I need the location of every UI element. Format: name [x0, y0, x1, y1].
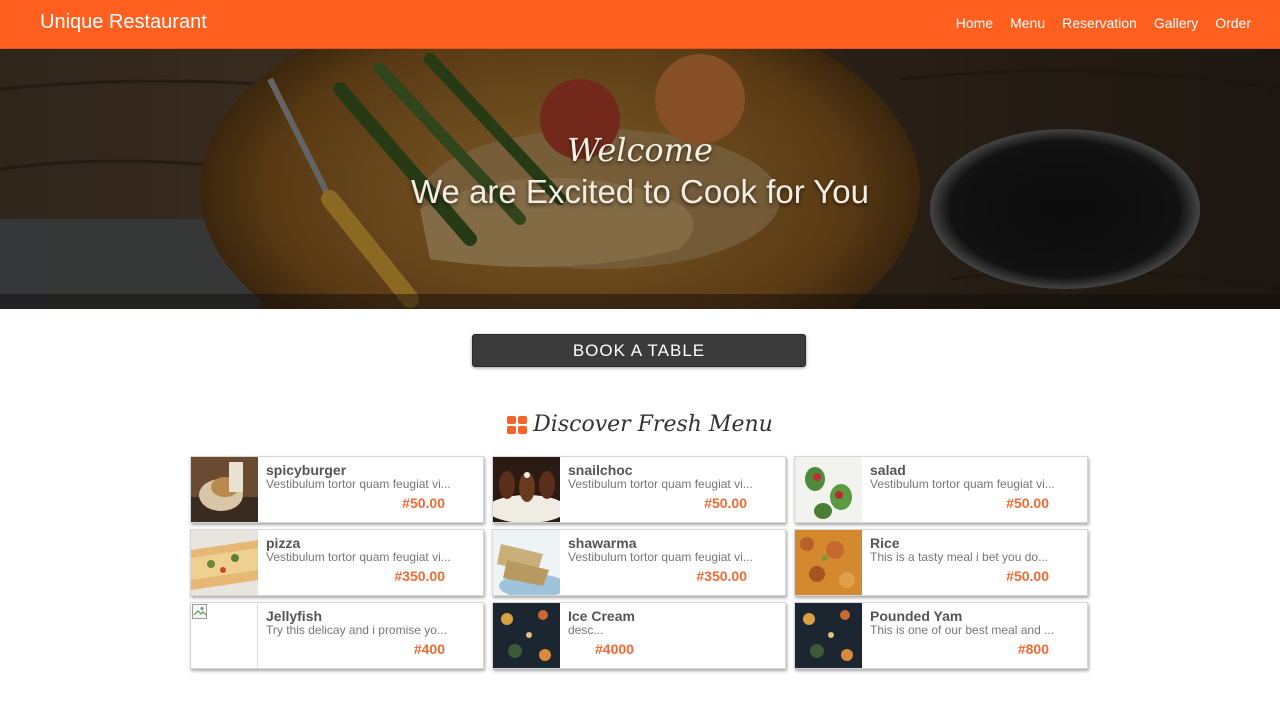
menu-item-name: Jellyfish: [266, 608, 323, 624]
broken-image-icon: [191, 603, 258, 668]
menu-item-desc: Vestibulum tortor quam feugiat vi...: [266, 550, 451, 564]
burger-photo: [191, 457, 258, 522]
menu-item-price: #50.00: [1006, 568, 1049, 584]
menu-item-price: #800: [1017, 641, 1049, 657]
menu-item-price: #350.00: [394, 568, 445, 584]
menu-item-name: salad: [870, 462, 906, 478]
menu-item-name: Ice Cream: [568, 608, 635, 624]
dessert-photo: [493, 457, 560, 522]
menu-item-name: spicyburger: [266, 462, 347, 478]
menu-section-title: Discover Fresh Menu: [0, 412, 1280, 437]
menu-card-snailchoc[interactable]: snailchoc Vestibulum tortor quam feugiat…: [492, 456, 786, 523]
menu-item-price: #50.00: [704, 495, 747, 511]
menu-item-price: #50.00: [402, 495, 445, 511]
menu-item-price: #4000: [595, 641, 634, 657]
shawarma-photo: [493, 530, 560, 595]
hero-banner: Welcome We are Excited to Cook for You: [0, 49, 1280, 309]
hero-welcome: Welcome: [567, 131, 713, 169]
menu-item-name: Rice: [870, 535, 900, 551]
menu-item-price: #350.00: [696, 568, 747, 584]
nav-link-reservation[interactable]: Reservation: [1062, 15, 1137, 31]
menu-card-pounded-yam[interactable]: Pounded Yam This is one of our best meal…: [794, 602, 1088, 669]
rice-photo: [795, 530, 862, 595]
grid-icon: [507, 415, 528, 434]
book-table-button[interactable]: BOOK A TABLE: [472, 334, 806, 367]
nav-link-gallery[interactable]: Gallery: [1154, 15, 1198, 31]
nav-link-home[interactable]: Home: [956, 15, 993, 31]
nav-link-order[interactable]: Order: [1215, 15, 1251, 31]
menu-section-title-text: Discover Fresh Menu: [533, 412, 773, 437]
hero-title: We are Excited to Cook for You: [411, 173, 869, 210]
pizza-photo: [191, 530, 258, 595]
menu-item-name: shawarma: [568, 535, 637, 551]
menu-item-name: pizza: [266, 535, 301, 551]
menu-item-desc: This is a tasty meal i bet you do...: [870, 550, 1049, 564]
menu-card-spicyburger[interactable]: spicyburger Vestibulum tortor quam feugi…: [190, 456, 484, 523]
menu-card-jellyfish[interactable]: Jellyfish Try this delicay and i promise…: [190, 602, 484, 669]
top-navbar: Unique Restaurant Home Menu Reservation …: [0, 0, 1280, 49]
menu-card-shawarma[interactable]: shawarma Vestibulum tortor quam feugiat …: [492, 529, 786, 596]
menu-item-price: #50.00: [1006, 495, 1049, 511]
nav-links: Home Menu Reservation Gallery Order: [939, 15, 1251, 31]
menu-item-desc: Vestibulum tortor quam feugiat vi...: [568, 477, 753, 491]
dark-table-photo: [493, 603, 560, 668]
nav-link-menu[interactable]: Menu: [1010, 15, 1045, 31]
menu-item-desc: This is one of our best meal and ...: [870, 623, 1055, 637]
menu-item-price: #400: [413, 641, 445, 657]
menu-card-pizza[interactable]: pizza Vestibulum tortor quam feugiat vi.…: [190, 529, 484, 596]
menu-item-desc: desc...: [568, 623, 604, 637]
menu-item-desc: Vestibulum tortor quam feugiat vi...: [266, 477, 451, 491]
menu-card-ice-cream[interactable]: Ice Cream desc... #4000: [492, 602, 786, 669]
menu-item-desc: Vestibulum tortor quam feugiat vi...: [568, 550, 753, 564]
menu-card-rice[interactable]: Rice This is a tasty meal i bet you do..…: [794, 529, 1088, 596]
dark-table-photo: [795, 603, 862, 668]
brand-title[interactable]: Unique Restaurant: [40, 11, 207, 34]
menu-item-desc: Vestibulum tortor quam feugiat vi...: [870, 477, 1055, 491]
menu-item-name: Pounded Yam: [870, 608, 963, 624]
menu-card-salad[interactable]: salad Vestibulum tortor quam feugiat vi.…: [794, 456, 1088, 523]
menu-item-name: snailchoc: [568, 462, 633, 478]
salad-photo: [795, 457, 862, 522]
menu-item-desc: Try this delicay and i promise yo...: [266, 623, 447, 637]
